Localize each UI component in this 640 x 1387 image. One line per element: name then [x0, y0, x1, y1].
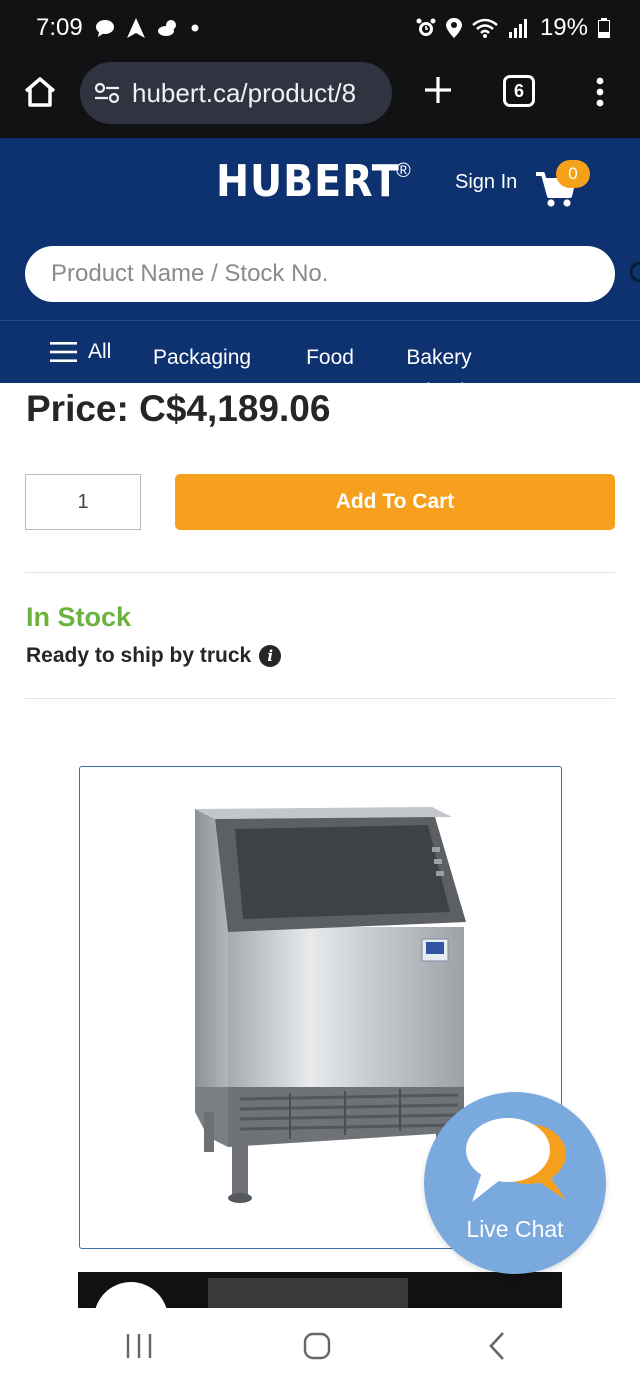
wifi-icon: [472, 18, 498, 38]
cart-button[interactable]: 0: [534, 160, 594, 210]
nav-item-food-storage[interactable]: Food Storage: [285, 341, 375, 383]
status-bar: 7:09 19%: [0, 0, 640, 56]
all-categories-button[interactable]: All: [50, 340, 111, 364]
video-play-button[interactable]: [94, 1282, 168, 1308]
battery-percent: 19%: [539, 14, 588, 41]
plus-icon: [425, 77, 451, 103]
alarm-icon: [416, 18, 436, 38]
back-button[interactable]: [482, 1326, 512, 1366]
shipping-text: Ready to ship by truck: [26, 644, 252, 667]
search-box: [25, 246, 615, 302]
new-tab-button[interactable]: [420, 70, 456, 110]
signal-icon: [508, 18, 530, 38]
more-vert-icon: [596, 77, 604, 107]
nav-item-packaging[interactable]: Packaging: [153, 341, 251, 375]
category-nav: All Packaging Food Storage Bakery Packag…: [0, 320, 640, 383]
sign-in-link[interactable]: Sign In: [455, 171, 517, 194]
live-chat-label: Live Chat: [466, 1216, 564, 1242]
stock-status: In Stock: [26, 602, 132, 632]
cart-count-badge: 0: [556, 160, 590, 188]
location-icon: [445, 18, 462, 38]
chat-bubbles-icon: [466, 1118, 566, 1202]
back-icon: [489, 1332, 504, 1360]
home-nav-button[interactable]: [300, 1326, 334, 1366]
registered-mark: ®: [396, 160, 411, 182]
video-frame: [208, 1278, 408, 1308]
info-icon[interactable]: i: [259, 645, 282, 667]
url-text: hubert.ca/product/8: [132, 77, 357, 108]
search-input[interactable]: [51, 260, 571, 288]
site-settings-icon[interactable]: [94, 82, 120, 104]
home-button[interactable]: [20, 72, 60, 112]
hamburger-menu-icon: [50, 342, 77, 362]
recent-apps-button[interactable]: [122, 1326, 156, 1366]
shipping-info: Ready to ship by truck i: [26, 644, 282, 668]
battery-icon: [598, 18, 610, 38]
hubert-logo[interactable]: HUBERT: [216, 156, 400, 207]
dot-icon: [191, 24, 199, 32]
nav-item-bakery-packaging[interactable]: Bakery Packaging: [389, 341, 489, 383]
weather-icon: [157, 19, 179, 37]
all-categories-label: All: [88, 340, 112, 363]
quantity-input[interactable]: [25, 474, 141, 530]
divider: [25, 572, 615, 573]
search-icon[interactable]: [626, 260, 640, 288]
tab-switcher-button[interactable]: 6: [503, 75, 535, 107]
chat-bubble-icon: [95, 19, 115, 37]
status-time: 7:09: [36, 14, 83, 41]
add-to-cart-button[interactable]: Add To Cart: [175, 474, 615, 530]
product-price: Price: C$4,189.06: [26, 388, 331, 429]
recent-apps-icon: [126, 1334, 152, 1358]
home-icon: [24, 77, 56, 107]
system-navigation-bar: [0, 1308, 640, 1387]
navigation-icon: [126, 18, 145, 38]
product-video-thumbnail[interactable]: [78, 1272, 562, 1308]
live-chat-button[interactable]: Live Chat: [424, 1092, 606, 1274]
browser-menu-button[interactable]: [588, 72, 612, 112]
address-bar[interactable]: hubert.ca/product/8: [80, 62, 392, 124]
site-header: HUBERT ® Sign In 0: [0, 138, 640, 320]
browser-toolbar: hubert.ca/product/8 6: [0, 56, 640, 138]
divider: [25, 698, 615, 699]
home-nav-icon: [303, 1332, 331, 1360]
